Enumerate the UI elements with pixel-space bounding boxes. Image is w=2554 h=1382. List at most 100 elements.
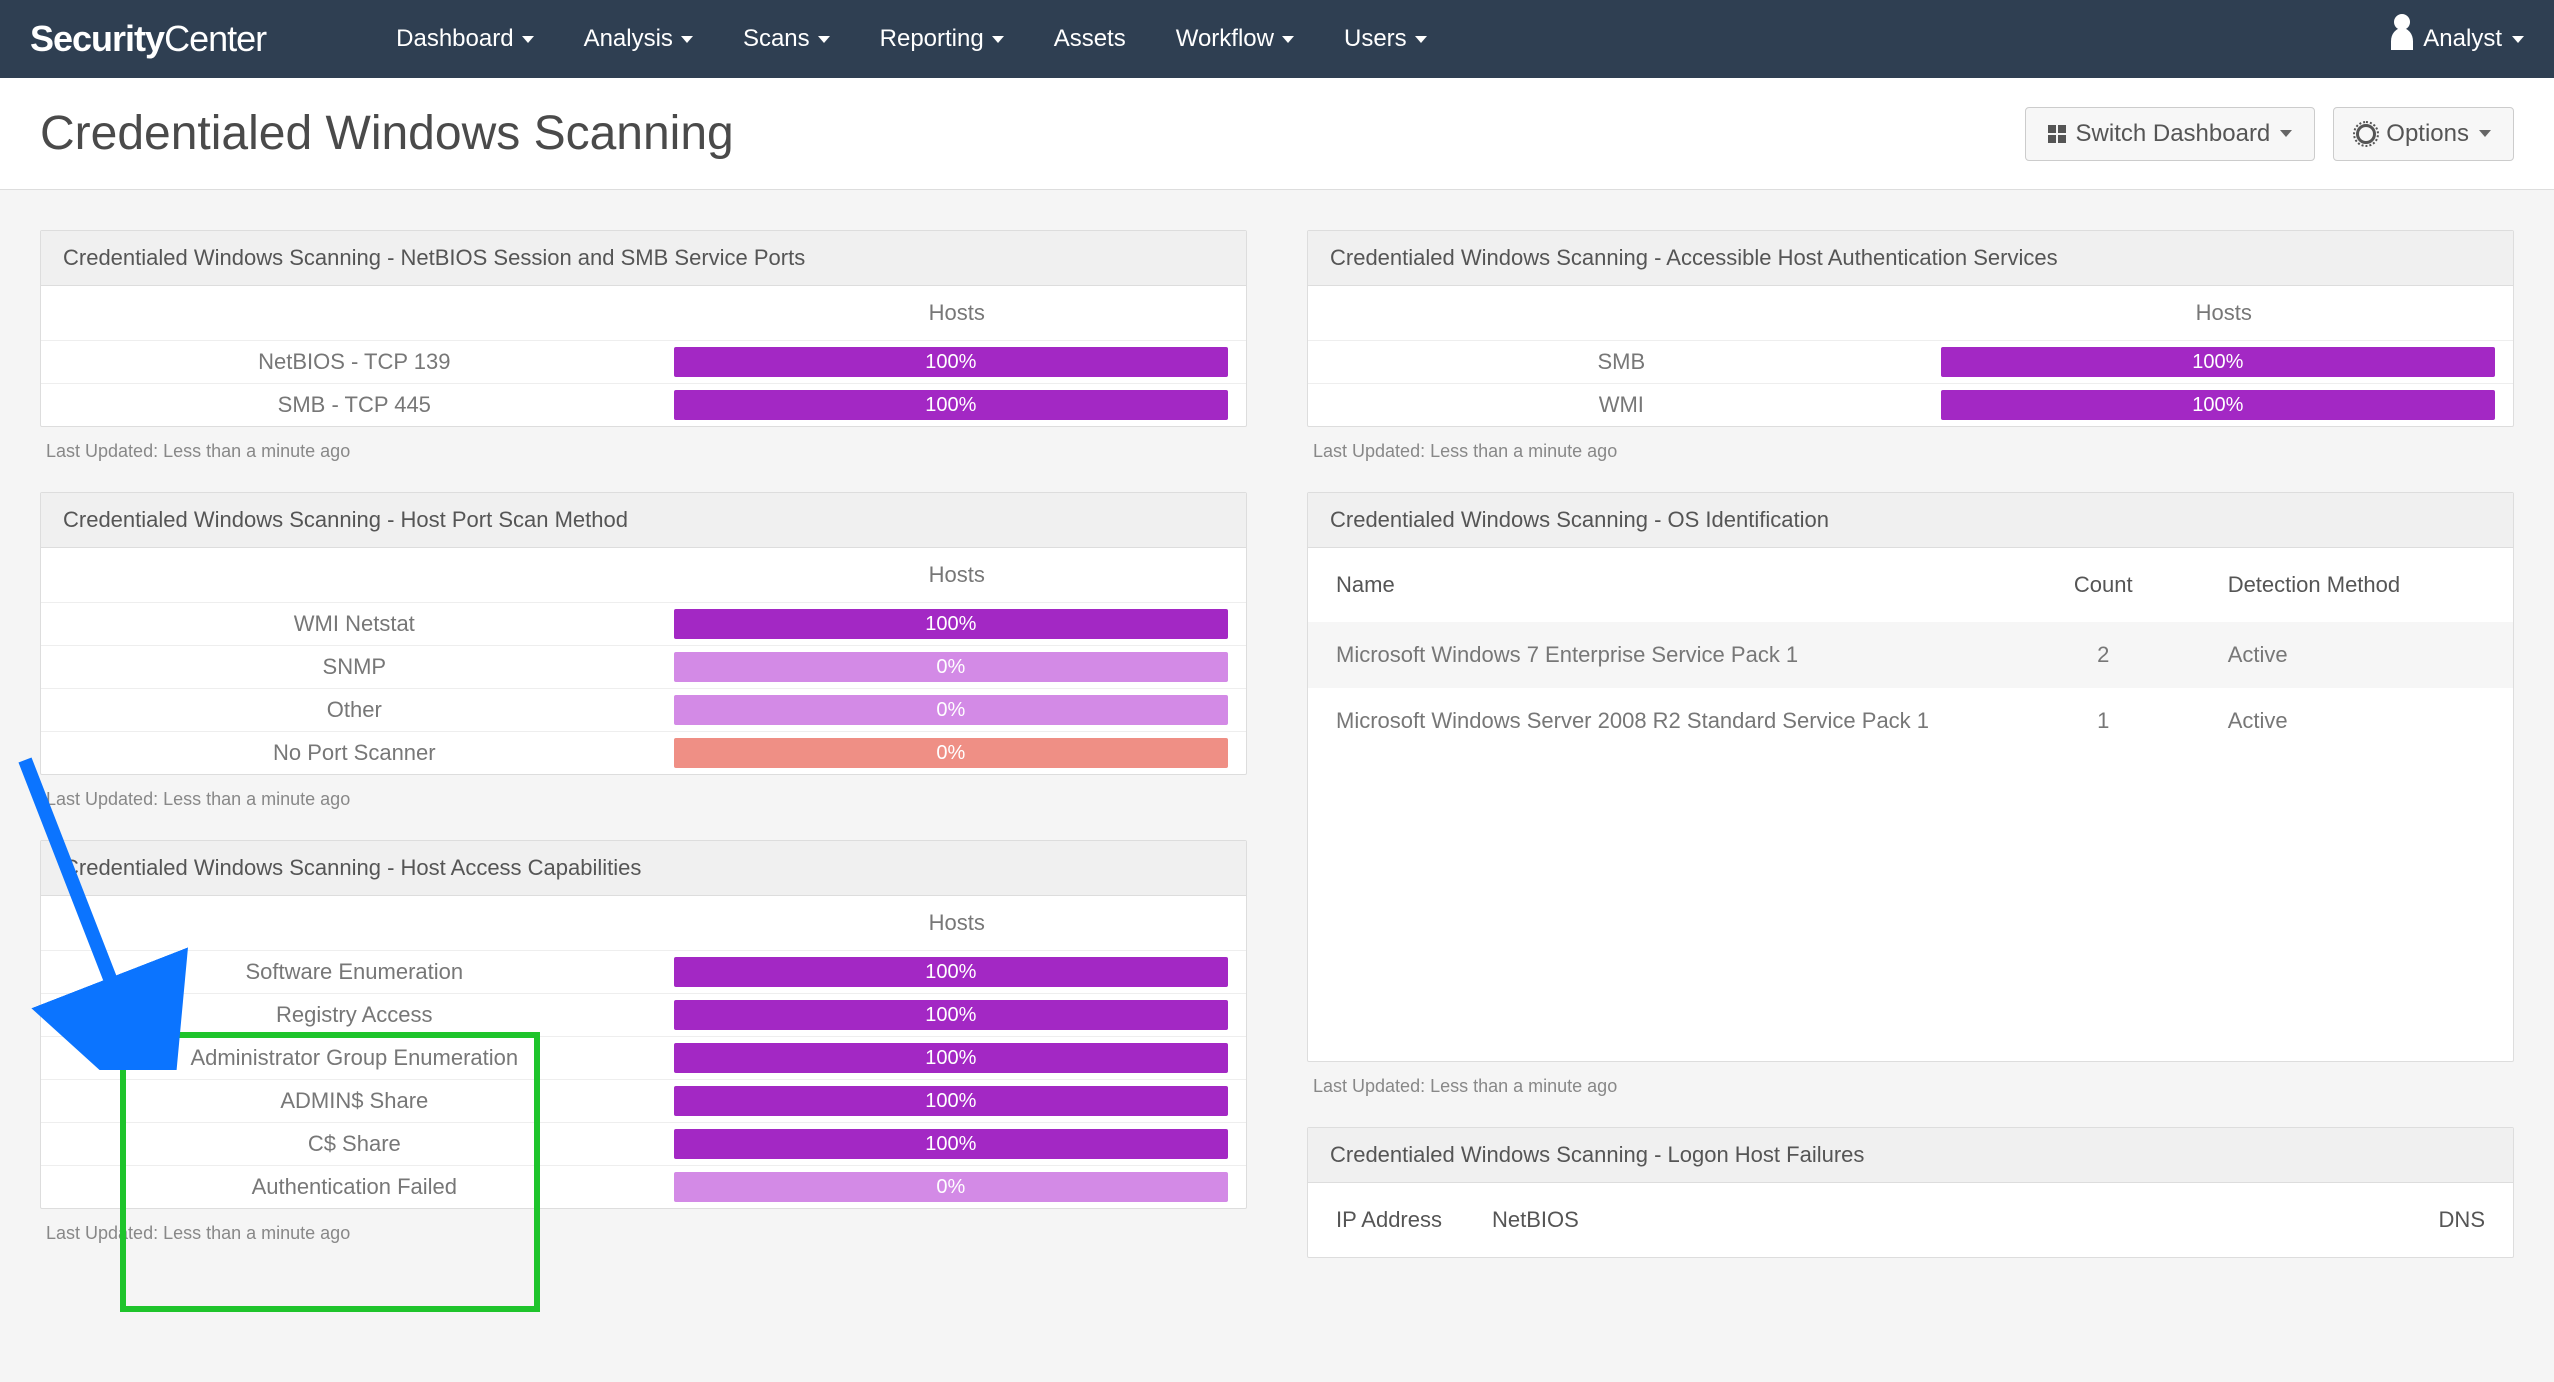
table-row[interactable]: Registry Access100% [41, 994, 1246, 1037]
dashboard-column-left: Credentialed Windows Scanning - NetBIOS … [40, 230, 1247, 1258]
hosts-bar-table: Hosts SMB100%WMI100% [1308, 286, 2513, 426]
table-row[interactable]: SNMP0% [41, 646, 1246, 689]
row-bar-cell: 100% [668, 603, 1246, 646]
table-row[interactable]: Microsoft Windows Server 2008 R2 Standar… [1308, 688, 2513, 754]
os-table: Name Count Detection Method Microsoft Wi… [1308, 548, 2513, 754]
row-bar-cell: 100% [668, 1123, 1246, 1166]
row-label: WMI [1308, 384, 1935, 427]
row-label: No Port Scanner [41, 732, 668, 775]
table-row[interactable]: SMB100% [1308, 341, 2513, 384]
options-label: Options [2386, 120, 2469, 148]
panel-logon-host-failures: Credentialed Windows Scanning - Logon Ho… [1307, 1127, 2514, 1258]
chevron-down-icon [522, 36, 534, 43]
chevron-down-icon [2479, 130, 2491, 137]
row-bar-cell: 100% [668, 341, 1246, 384]
table-row[interactable]: WMI100% [1308, 384, 2513, 427]
table-row[interactable]: Administrator Group Enumeration100% [41, 1037, 1246, 1080]
row-bar-cell: 0% [668, 689, 1246, 732]
brand-logo: SecurityCenter [30, 18, 266, 60]
row-label: SMB - TCP 445 [41, 384, 668, 427]
row-label: NetBIOS - TCP 139 [41, 341, 668, 384]
cell-count: 2 [2007, 622, 2200, 688]
table-row[interactable]: SMB - TCP 445100% [41, 384, 1246, 427]
panel-title: Credentialed Windows Scanning - NetBIOS … [41, 231, 1246, 286]
cell-method: Active [2200, 688, 2513, 754]
nav-item-dashboard[interactable]: Dashboard [396, 25, 533, 53]
nav-item-reporting[interactable]: Reporting [880, 25, 1004, 53]
progress-bar: 100% [674, 390, 1228, 420]
cell-method: Active [2200, 622, 2513, 688]
table-row[interactable]: Authentication Failed0% [41, 1166, 1246, 1209]
row-label: Software Enumeration [41, 951, 668, 994]
table-row[interactable]: Other0% [41, 689, 1246, 732]
table-row[interactable]: No Port Scanner0% [41, 732, 1246, 775]
panel-title: Credentialed Windows Scanning - Host Acc… [41, 841, 1246, 896]
nav-item-scans[interactable]: Scans [743, 25, 830, 53]
panel-title: Credentialed Windows Scanning - Host Por… [41, 493, 1246, 548]
nav-item-label: Reporting [880, 25, 984, 53]
dashboard-grid: Credentialed Windows Scanning - NetBIOS … [0, 190, 2554, 1298]
row-bar-cell: 100% [668, 1080, 1246, 1123]
row-bar-cell: 100% [1935, 341, 2513, 384]
table-row[interactable]: ADMIN$ Share100% [41, 1080, 1246, 1123]
table-row[interactable]: Software Enumeration100% [41, 951, 1246, 994]
row-label: C$ Share [41, 1123, 668, 1166]
nav-item-analysis[interactable]: Analysis [584, 25, 693, 53]
progress-bar: 100% [1941, 347, 2495, 377]
progress-bar: 100% [1941, 390, 2495, 420]
page-title: Credentialed Windows Scanning [40, 106, 734, 161]
nav-item-assets[interactable]: Assets [1054, 25, 1126, 53]
user-menu[interactable]: Analyst [2391, 25, 2524, 53]
last-updated: Last Updated: Less than a minute ago [1307, 427, 2514, 462]
chevron-down-icon [2512, 36, 2524, 43]
hosts-bar-table: Hosts WMI Netstat100%SNMP0%Other0%No Por… [41, 548, 1246, 774]
top-navbar: SecurityCenter Dashboard Analysis Scans Rep… [0, 0, 2554, 78]
table-row[interactable]: Microsoft Windows 7 Enterprise Service P… [1308, 622, 2513, 688]
switch-dashboard-button[interactable]: Switch Dashboard [2025, 107, 2316, 161]
nav-item-label: Workflow [1176, 25, 1274, 53]
hosts-bar-table: Hosts Software Enumeration100%Registry A… [41, 896, 1246, 1208]
cell-name: Microsoft Windows Server 2008 R2 Standar… [1308, 688, 2007, 754]
row-label: WMI Netstat [41, 603, 668, 646]
row-label: Other [41, 689, 668, 732]
panel-netbios-smb: Credentialed Windows Scanning - NetBIOS … [40, 230, 1247, 462]
row-bar-cell: 100% [668, 1037, 1246, 1080]
chevron-down-icon [1415, 36, 1427, 43]
row-bar-cell: 100% [668, 994, 1246, 1037]
row-bar-cell: 100% [1935, 384, 2513, 427]
nav-item-label: Users [1344, 25, 1407, 53]
header-buttons: Switch Dashboard Options [2025, 107, 2514, 161]
last-updated: Last Updated: Less than a minute ago [1307, 1062, 2514, 1097]
last-updated: Last Updated: Less than a minute ago [40, 775, 1247, 810]
row-bar-cell: 0% [668, 646, 1246, 689]
col-count[interactable]: Count [2007, 548, 2200, 622]
chevron-down-icon [992, 36, 1004, 43]
row-bar-cell: 0% [668, 732, 1246, 775]
row-bar-cell: 100% [668, 384, 1246, 427]
col-ip[interactable]: IP Address [1336, 1207, 1442, 1233]
chevron-down-icon [1282, 36, 1294, 43]
hosts-bar-table: Hosts NetBIOS - TCP 139100%SMB - TCP 445… [41, 286, 1246, 426]
user-label: Analyst [2423, 25, 2502, 53]
panel-os-identification: Credentialed Windows Scanning - OS Ident… [1307, 492, 2514, 1097]
panel-port-scan-method: Credentialed Windows Scanning - Host Por… [40, 492, 1247, 810]
table-row[interactable]: NetBIOS - TCP 139100% [41, 341, 1246, 384]
nav-item-workflow[interactable]: Workflow [1176, 25, 1294, 53]
col-hosts: Hosts [668, 548, 1246, 603]
panel-host-access-capabilities: Credentialed Windows Scanning - Host Acc… [40, 840, 1247, 1244]
nav-item-users[interactable]: Users [1344, 25, 1427, 53]
nav-item-label: Assets [1054, 25, 1126, 53]
options-button[interactable]: Options [2333, 107, 2514, 161]
table-row[interactable]: WMI Netstat100% [41, 603, 1246, 646]
nav-item-label: Analysis [584, 25, 673, 53]
progress-bar: 100% [674, 957, 1228, 987]
row-label: SMB [1308, 341, 1935, 384]
table-row[interactable]: C$ Share100% [41, 1123, 1246, 1166]
col-name[interactable]: Name [1308, 548, 2007, 622]
col-netbios[interactable]: NetBIOS [1492, 1207, 1579, 1233]
col-dns[interactable]: DNS [2439, 1207, 2485, 1233]
col-method[interactable]: Detection Method [2200, 548, 2513, 622]
row-label: Registry Access [41, 994, 668, 1037]
cell-count: 1 [2007, 688, 2200, 754]
row-label: Authentication Failed [41, 1166, 668, 1209]
